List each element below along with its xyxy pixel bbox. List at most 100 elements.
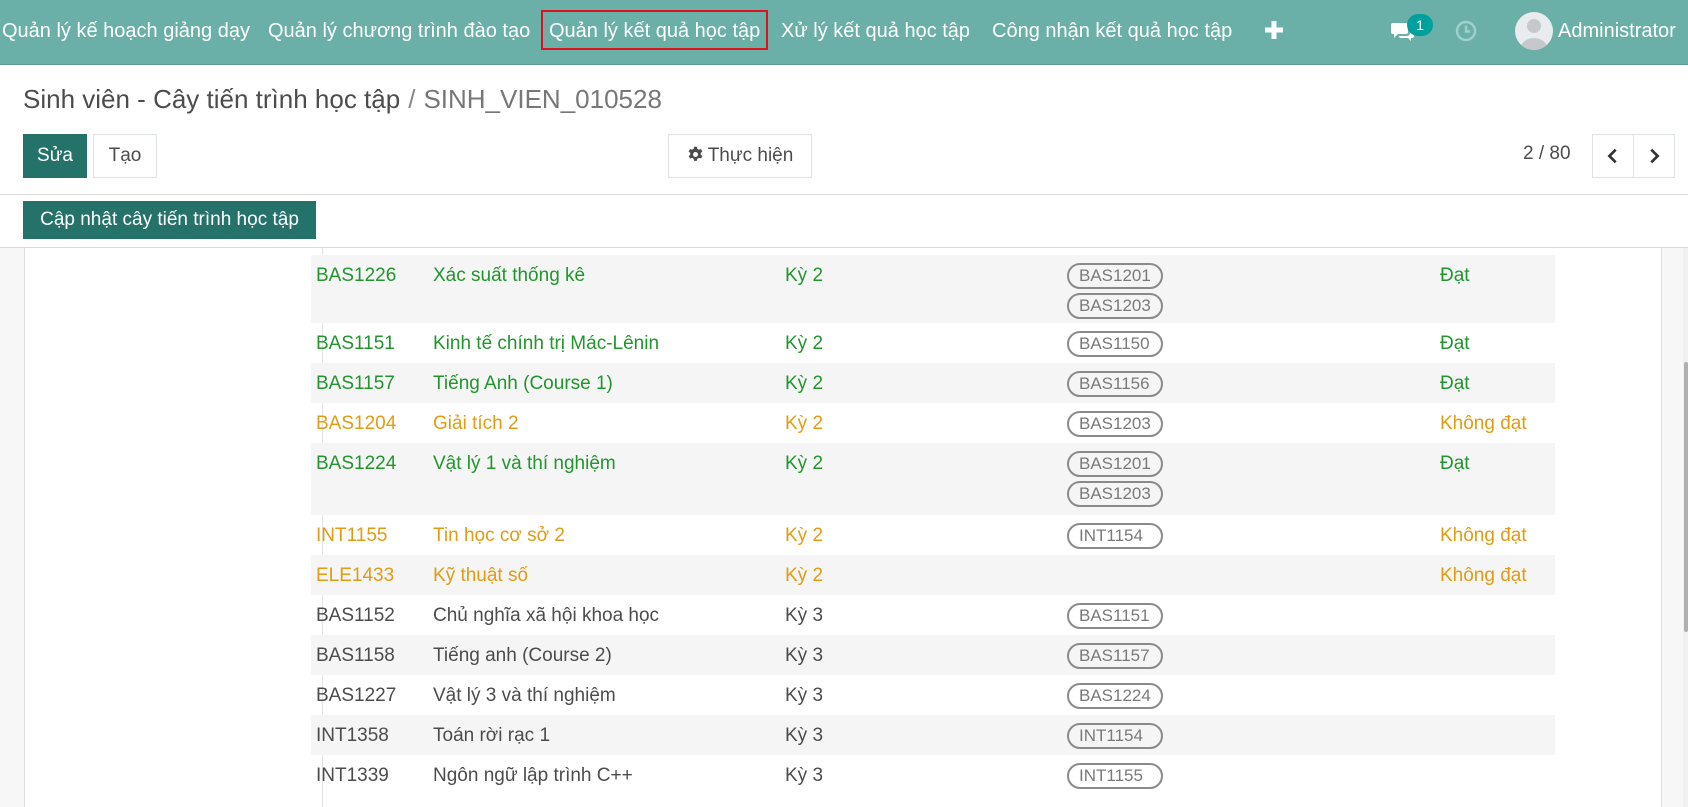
course-result: Đạt: [1440, 333, 1470, 354]
prerequisites-cell: BAS1151: [1067, 603, 1163, 633]
course-term: Kỳ 2: [785, 525, 824, 546]
prerequisite-tag[interactable]: BAS1203: [1067, 481, 1163, 507]
course-code: INT1358: [316, 725, 389, 746]
scrollbar-thumb[interactable]: [1684, 362, 1688, 632]
prerequisites-cell: INT1155: [1067, 763, 1163, 793]
prerequisite-tag[interactable]: BAS1151: [1067, 603, 1163, 629]
course-term: Kỳ 2: [785, 373, 824, 394]
course-code: BAS1158: [316, 645, 395, 666]
course-code: BAS1157: [316, 373, 395, 394]
create-button[interactable]: Tạo: [93, 134, 157, 178]
top-navbar: Quản lý kế hoạch giảng dạy Quản lý chươn…: [0, 0, 1688, 65]
pager-value[interactable]: 2 / 80: [1523, 143, 1571, 165]
course-code: INT1155: [316, 525, 388, 546]
table-row[interactable]: INT1358 Toán rời rạc 1 Kỳ 3 INT1154: [311, 715, 1555, 755]
course-name: Kinh tế chính trị Mác-Lênin: [433, 333, 660, 354]
course-result: Không đạt: [1440, 525, 1527, 546]
table-row[interactable]: BAS1226 Xác suất thống kê Kỳ 2 BAS1201 BAS12…: [311, 255, 1555, 323]
form-statusbar: Cập nhật cây tiến trình học tập: [0, 195, 1688, 248]
course-code: BAS1204: [316, 413, 397, 434]
table-row[interactable]: BAS1151 Kinh tế chính trị Mác-Lênin Kỳ 2 BA…: [311, 323, 1555, 363]
clock-icon[interactable]: [1454, 19, 1478, 43]
chevron-left-icon: [1607, 148, 1617, 164]
table-row[interactable]: INT1339 Ngôn ngữ lập trình C++ Kỳ 3 INT1155: [311, 755, 1555, 795]
prerequisite-tag[interactable]: INT1154: [1067, 523, 1163, 549]
menu-recognize-results[interactable]: Công nhận kết quả học tập: [992, 0, 1232, 64]
course-name: Tiếng anh (Course 2): [433, 645, 612, 666]
course-term: Kỳ 3: [785, 605, 824, 626]
course-code: BAS1152: [316, 605, 395, 626]
plus-icon[interactable]: [1262, 18, 1286, 42]
action-label: Thực hiện: [707, 145, 794, 166]
course-code: ELE1433: [316, 565, 395, 586]
course-code: BAS1226: [316, 265, 397, 286]
course-name: Kỹ thuật số: [433, 565, 529, 586]
breadcrumb-current: SINH_VIEN_010528: [423, 84, 662, 114]
menu-process-results[interactable]: Xử lý kết quả học tập: [781, 0, 970, 64]
prerequisite-tag[interactable]: INT1154: [1067, 723, 1163, 749]
chevron-right-icon: [1650, 148, 1660, 164]
prerequisites-cell: BAS1201 BAS1203: [1067, 263, 1163, 323]
table-row[interactable]: INT1155 Tin học cơ sở 2 Kỳ 2 INT1154 Không đ…: [311, 515, 1555, 555]
course-term: Kỳ 2: [785, 565, 824, 586]
breadcrumb: Sinh viên - Cây tiến trình học tập / SINH_…: [23, 84, 662, 115]
update-progress-tree-button[interactable]: Cập nhật cây tiến trình học tập: [23, 201, 316, 239]
table-row[interactable]: BAS1204 Giải tích 2 Kỳ 2 BAS1203 Không đạt: [311, 403, 1555, 443]
course-name: Giải tích 2: [433, 413, 519, 434]
prerequisites-cell: BAS1201 BAS1203: [1067, 451, 1163, 511]
menu-learning-results[interactable]: Quản lý kết quả học tập: [541, 10, 769, 50]
table-row[interactable]: BAS1152 Chủ nghĩa xã hội khoa học Kỳ 3 BAS1…: [311, 595, 1555, 635]
pager-next-button[interactable]: [1633, 134, 1675, 178]
course-name: Toán rời rạc 1: [433, 725, 551, 746]
course-term: Kỳ 3: [785, 685, 824, 706]
course-code: BAS1224: [316, 453, 397, 474]
prerequisite-tag[interactable]: BAS1224: [1067, 683, 1163, 709]
course-term: Kỳ 2: [785, 413, 824, 434]
prerequisites-cell: BAS1150: [1067, 331, 1163, 361]
course-term: Kỳ 3: [785, 725, 824, 746]
table-row[interactable]: BAS1158 Tiếng anh (Course 2) Kỳ 3 BAS1157: [311, 635, 1555, 675]
course-name: Ngôn ngữ lập trình C++: [433, 765, 633, 786]
action-dropdown-button[interactable]: Thực hiện: [668, 134, 812, 178]
edit-button[interactable]: Sửa: [23, 134, 87, 178]
course-term: Kỳ 2: [785, 333, 824, 354]
prerequisite-tag[interactable]: BAS1157: [1067, 643, 1163, 669]
menu-teaching-plan[interactable]: Quản lý kế hoạch giảng dạy: [2, 0, 250, 64]
prerequisites-cell: INT1154: [1067, 523, 1163, 553]
avatar[interactable]: [1515, 12, 1553, 50]
table-row[interactable]: BAS1227 Vật lý 3 và thí nghiệm Kỳ 3 BAS1224: [311, 675, 1555, 715]
course-result: Không đạt: [1440, 413, 1527, 434]
table-row[interactable]: ELE1433 Kỹ thuật số Kỳ 2 Không đạt: [311, 555, 1555, 595]
prerequisites-cell: INT1154: [1067, 723, 1163, 753]
course-result: Đạt: [1440, 265, 1470, 286]
course-name: Chủ nghĩa xã hội khoa học: [433, 605, 660, 626]
prerequisite-tag[interactable]: BAS1203: [1067, 293, 1163, 319]
course-term: Kỳ 2: [785, 265, 824, 286]
table-row[interactable]: BAS1224 Vật lý 1 và thí nghiệm Kỳ 2 BAS1201…: [311, 443, 1555, 515]
prerequisite-tag[interactable]: BAS1201: [1067, 263, 1163, 289]
prerequisites-cell: BAS1157: [1067, 643, 1163, 673]
prerequisite-tag[interactable]: BAS1201: [1067, 451, 1163, 477]
course-code: BAS1227: [316, 685, 397, 706]
pager-previous-button[interactable]: [1592, 134, 1634, 178]
messages-badge: 1: [1407, 14, 1433, 36]
prerequisite-tag[interactable]: BAS1150: [1067, 331, 1163, 357]
course-term: Kỳ 2: [785, 453, 824, 474]
course-result: Không đạt: [1440, 565, 1527, 586]
user-menu[interactable]: Administrator: [1558, 0, 1676, 64]
prerequisite-tag[interactable]: BAS1156: [1067, 371, 1163, 397]
course-name: Tiếng Anh (Course 1): [433, 373, 613, 394]
table-row[interactable]: BAS1157 Tiếng Anh (Course 1) Kỳ 2 BAS1156 Đạ…: [311, 363, 1555, 403]
course-term: Kỳ 3: [785, 645, 824, 666]
course-name: Tin học cơ sở 2: [433, 525, 565, 546]
prerequisites-cell: BAS1203: [1067, 411, 1163, 441]
breadcrumb-parent[interactable]: Sinh viên - Cây tiến trình học tập: [23, 84, 400, 114]
course-code: INT1339: [316, 765, 389, 786]
prerequisite-tag[interactable]: BAS1203: [1067, 411, 1163, 437]
gear-icon: [688, 146, 703, 161]
breadcrumb-separator: /: [408, 84, 416, 114]
menu-training-program[interactable]: Quản lý chương trình đào tạo: [268, 0, 530, 64]
course-result: Đạt: [1440, 453, 1470, 474]
prerequisite-tag[interactable]: INT1155: [1067, 763, 1163, 789]
course-code: BAS1151: [316, 333, 395, 354]
